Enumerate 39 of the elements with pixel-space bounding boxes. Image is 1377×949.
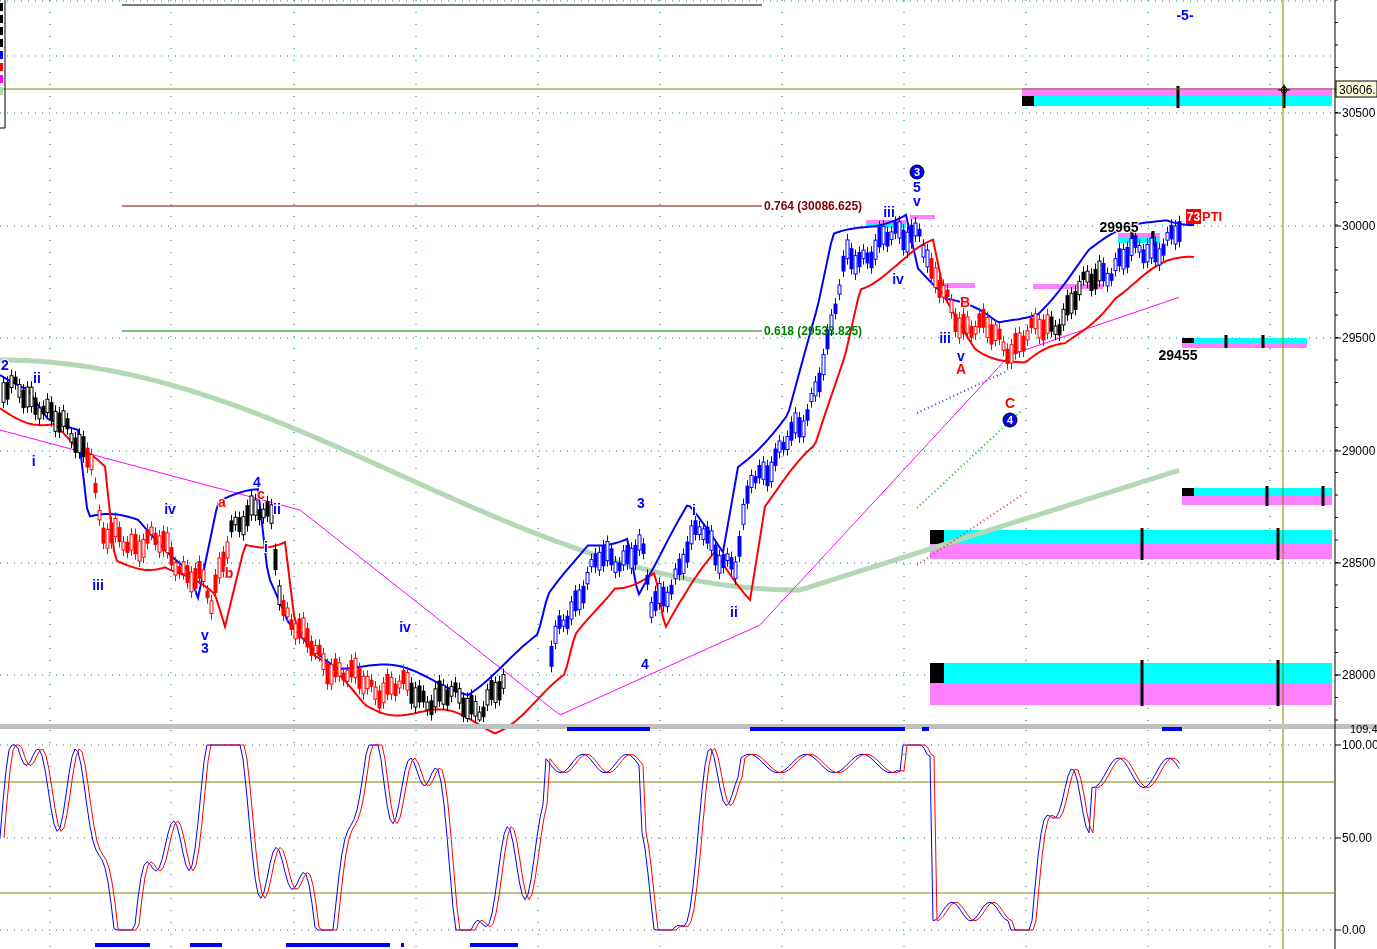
wave-label: iii (939, 330, 951, 346)
signal-label: PTI (1202, 209, 1223, 224)
wave-label: ii (33, 370, 41, 386)
wave-label: b (224, 565, 234, 581)
axis-label: 28500 (1342, 556, 1376, 570)
wave-label: 2 (1, 357, 9, 373)
wave-label: 5 (913, 179, 921, 195)
wave-label: iv (399, 619, 411, 635)
price-tag: 30606. (1335, 80, 1377, 98)
signal-badge: 73 (1186, 209, 1201, 224)
wave-label: iv (164, 501, 176, 517)
wave-label: i (31, 453, 36, 469)
axis-label: 30500 (1342, 106, 1376, 120)
wave-label: ii (730, 604, 738, 620)
axis-label: 109.4 (1350, 723, 1377, 735)
wave-label: v (913, 193, 921, 209)
wave-label: 3 (637, 495, 645, 511)
axis-label: 28000 (1342, 668, 1376, 682)
wave-label: iii (883, 204, 895, 220)
wave-count-marker: 3 (909, 164, 925, 180)
wave-label: 4 (253, 474, 261, 490)
wave-label: C (1004, 395, 1016, 411)
wave-label: v (201, 627, 209, 643)
axis-label: 29500 (1342, 331, 1376, 345)
axis-label: 29000 (1342, 444, 1376, 458)
wave-label: iv (892, 271, 904, 287)
wave-label: 29455 (1158, 347, 1198, 363)
wave-label: 4 (641, 656, 649, 672)
wave-label: -5- (1176, 7, 1194, 23)
axis-label: 0.00 (1342, 923, 1366, 937)
wave-count-marker: 4 (1002, 412, 1018, 428)
wave-label: ii (273, 501, 281, 517)
fibonacci-label: 0.764 (30086.625) (764, 199, 863, 213)
wave-label: iii (92, 577, 104, 593)
wave-label: A (955, 361, 967, 377)
wave-label: v (957, 348, 965, 364)
axis-label: 30000 (1342, 219, 1376, 233)
axis-label: 50.00 (1342, 831, 1373, 845)
wave-label: 3 (201, 640, 209, 656)
